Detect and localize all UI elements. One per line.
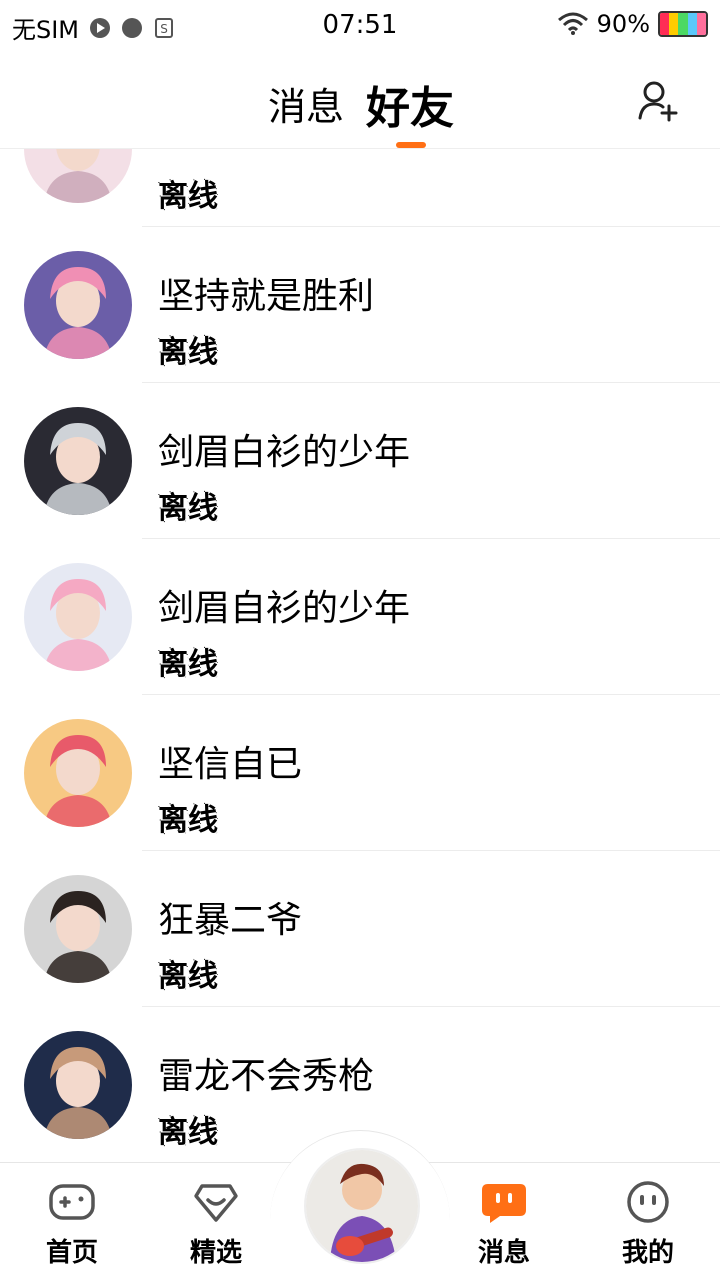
friend-name: 雷龙不会秀枪 [158,1056,375,1097]
wifi-icon [557,12,588,35]
top-header: 消息 好友 [0,52,720,149]
center-avatar[interactable] [304,1148,420,1264]
avatar[interactable] [24,407,132,515]
guitarist-avatar-icon [306,1150,418,1262]
friend-list-inner: 离线 坚持就是胜利 离线 剑眉白衫的少年 离线 剑眉自衫的少年 离线 坚信自已 … [0,149,720,1162]
nav-home[interactable]: 首页 [22,1180,122,1269]
nav-featured-label: 精选 [189,1238,242,1268]
friend-name: 坚持就是胜利 [158,276,375,317]
friend-status: 离线 [158,1115,218,1150]
friend-row[interactable]: 离线 [0,149,720,227]
friend-status: 离线 [158,959,218,994]
status-bar: 无SIM S 07:51 90% [0,0,720,52]
friend-name: 坚信自已 [158,744,303,785]
add-friend-icon[interactable] [636,78,680,122]
friend-row[interactable]: 坚持就是胜利 离线 [0,227,720,383]
battery-icon [658,11,708,37]
tab-friends[interactable]: 好友 [366,72,454,136]
avatar[interactable] [24,719,132,827]
friend-row[interactable]: 剑眉自衫的少年 离线 [0,539,720,695]
tab-messages[interactable]: 消息 [268,76,344,131]
friend-row[interactable]: 剑眉白衫的少年 离线 [0,383,720,539]
status-right: 90% [557,10,708,38]
friend-name: 剑眉自衫的少年 [158,588,411,629]
nav-me[interactable]: 我的 [598,1180,698,1269]
nav-featured[interactable]: 精选 [166,1180,266,1269]
gamepad-icon [49,1184,95,1220]
friend-name: 狂暴二爷 [158,900,303,941]
friend-status: 离线 [158,803,218,838]
nav-messages[interactable]: 消息 [454,1180,554,1269]
friend-name: 剑眉白衫的少年 [158,432,411,473]
nav-messages-label: 消息 [477,1238,530,1268]
avatar[interactable] [24,563,132,671]
battery-percent: 90% [596,10,650,38]
friend-row[interactable]: 坚信自已 离线 [0,695,720,851]
active-tab-indicator [396,142,426,148]
face-icon [627,1181,669,1223]
heart-badge-icon [194,1184,238,1222]
chat-bubble-icon [482,1184,526,1223]
friend-status: 离线 [158,335,218,370]
avatar[interactable] [24,149,132,203]
avatar[interactable] [24,251,132,359]
friend-status: 离线 [158,179,218,214]
nav-me-label: 我的 [621,1238,674,1268]
avatar[interactable] [24,875,132,983]
avatar[interactable] [24,1031,132,1139]
friend-status: 离线 [158,647,218,682]
friend-status: 离线 [158,491,218,526]
friend-list[interactable]: 离线 坚持就是胜利 离线 剑眉白衫的少年 离线 剑眉自衫的少年 离线 坚信自已 … [0,149,720,1162]
nav-home-label: 首页 [45,1238,98,1268]
friend-row[interactable]: 狂暴二爷 离线 [0,851,720,1007]
